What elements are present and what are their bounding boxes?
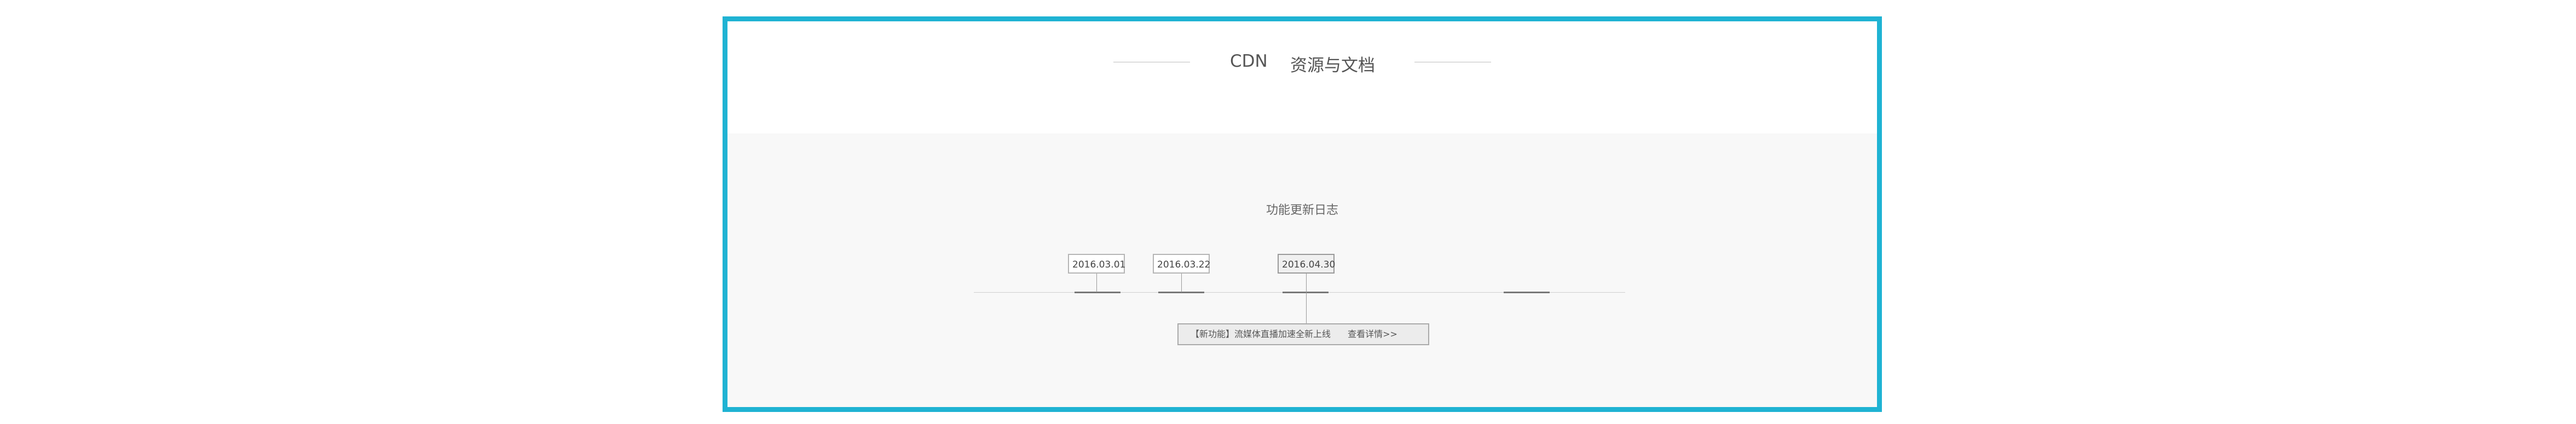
timeline-tick bbox=[1504, 292, 1550, 293]
title-row: CDN 资源与文档 bbox=[727, 46, 1877, 79]
news-text: 【新功能】流媒体直播加速全新上线 bbox=[1191, 329, 1331, 339]
page-title: 资源与文档 bbox=[1290, 56, 1375, 75]
changelog-section: 功能更新日志 2016.03.01 2016.03.22 2016.04.30 … bbox=[727, 133, 1877, 407]
timeline-tick bbox=[1075, 292, 1120, 293]
timeline-tick bbox=[1283, 292, 1329, 293]
timeline-date-2016-03-22[interactable]: 2016.03.22 bbox=[1153, 254, 1210, 274]
changelog-heading: 功能更新日志 bbox=[1266, 204, 1338, 217]
page-header: CDN 资源与文档 bbox=[727, 21, 1877, 133]
content-frame: CDN 资源与文档 功能更新日志 2016.03.01 2016.03.22 2… bbox=[723, 16, 1882, 412]
timeline-date-2016-03-01[interactable]: 2016.03.01 bbox=[1068, 254, 1125, 274]
timeline-stem-active bbox=[1306, 274, 1307, 323]
news-callout: 【新功能】流媒体直播加速全新上线 查看详情>> bbox=[1177, 323, 1429, 345]
timeline-stem bbox=[1096, 274, 1097, 292]
timeline-date-2016-04-30[interactable]: 2016.04.30 bbox=[1278, 254, 1335, 274]
brand-label: CDN bbox=[1230, 51, 1268, 71]
view-details-link[interactable]: 查看详情>> bbox=[1348, 329, 1397, 339]
timeline-stem bbox=[1181, 274, 1182, 292]
